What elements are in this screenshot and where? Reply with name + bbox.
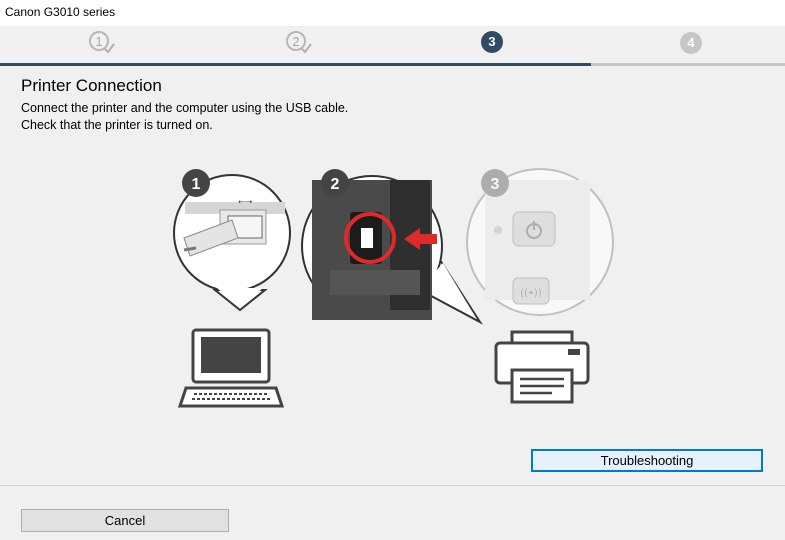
power-callout: ((•)) 3: [466, 168, 614, 317]
step-4-pending: 4: [680, 32, 702, 54]
instruction-line-1: Connect the printer and the computer usi…: [21, 101, 349, 115]
connection-illustration: ⭠⭢ 1 2 ((•)) 3: [173, 168, 614, 408]
callout-1-number: 1: [192, 176, 201, 193]
troubleshooting-button[interactable]: Troubleshooting: [531, 449, 763, 472]
instruction-line-2: Check that the printer is turned on.: [21, 118, 213, 132]
callout-3-number: 3: [491, 176, 500, 193]
usb-plug-callout: ⭠⭢ 1: [173, 169, 291, 312]
checkmark-icon: [103, 43, 115, 54]
progress-bar-remaining: [591, 63, 785, 66]
checkmark-icon: [300, 43, 312, 54]
step-3-current: 3: [481, 31, 503, 53]
step-2-done: 2: [286, 31, 312, 57]
title-bar: Canon G3010 series: [0, 0, 785, 26]
step-1-done: 1: [89, 31, 115, 57]
printer-icon: [494, 330, 590, 404]
step-indicator: 1 2 3 4: [0, 26, 785, 66]
svg-text:⭠⭢: ⭠⭢: [238, 197, 252, 207]
callout-2-number: 2: [331, 176, 340, 193]
svg-text:((•)): ((•)): [520, 288, 542, 299]
usb-port-callout: 2: [301, 169, 483, 325]
progress-bar-complete: [0, 63, 591, 66]
window-title: Canon G3010 series: [5, 5, 116, 19]
laptop-icon: [177, 328, 285, 408]
footer-divider: [0, 485, 785, 486]
usb-port-icon: [312, 180, 432, 320]
page-title: Printer Connection: [21, 76, 162, 95]
cancel-button[interactable]: Cancel: [21, 509, 229, 532]
